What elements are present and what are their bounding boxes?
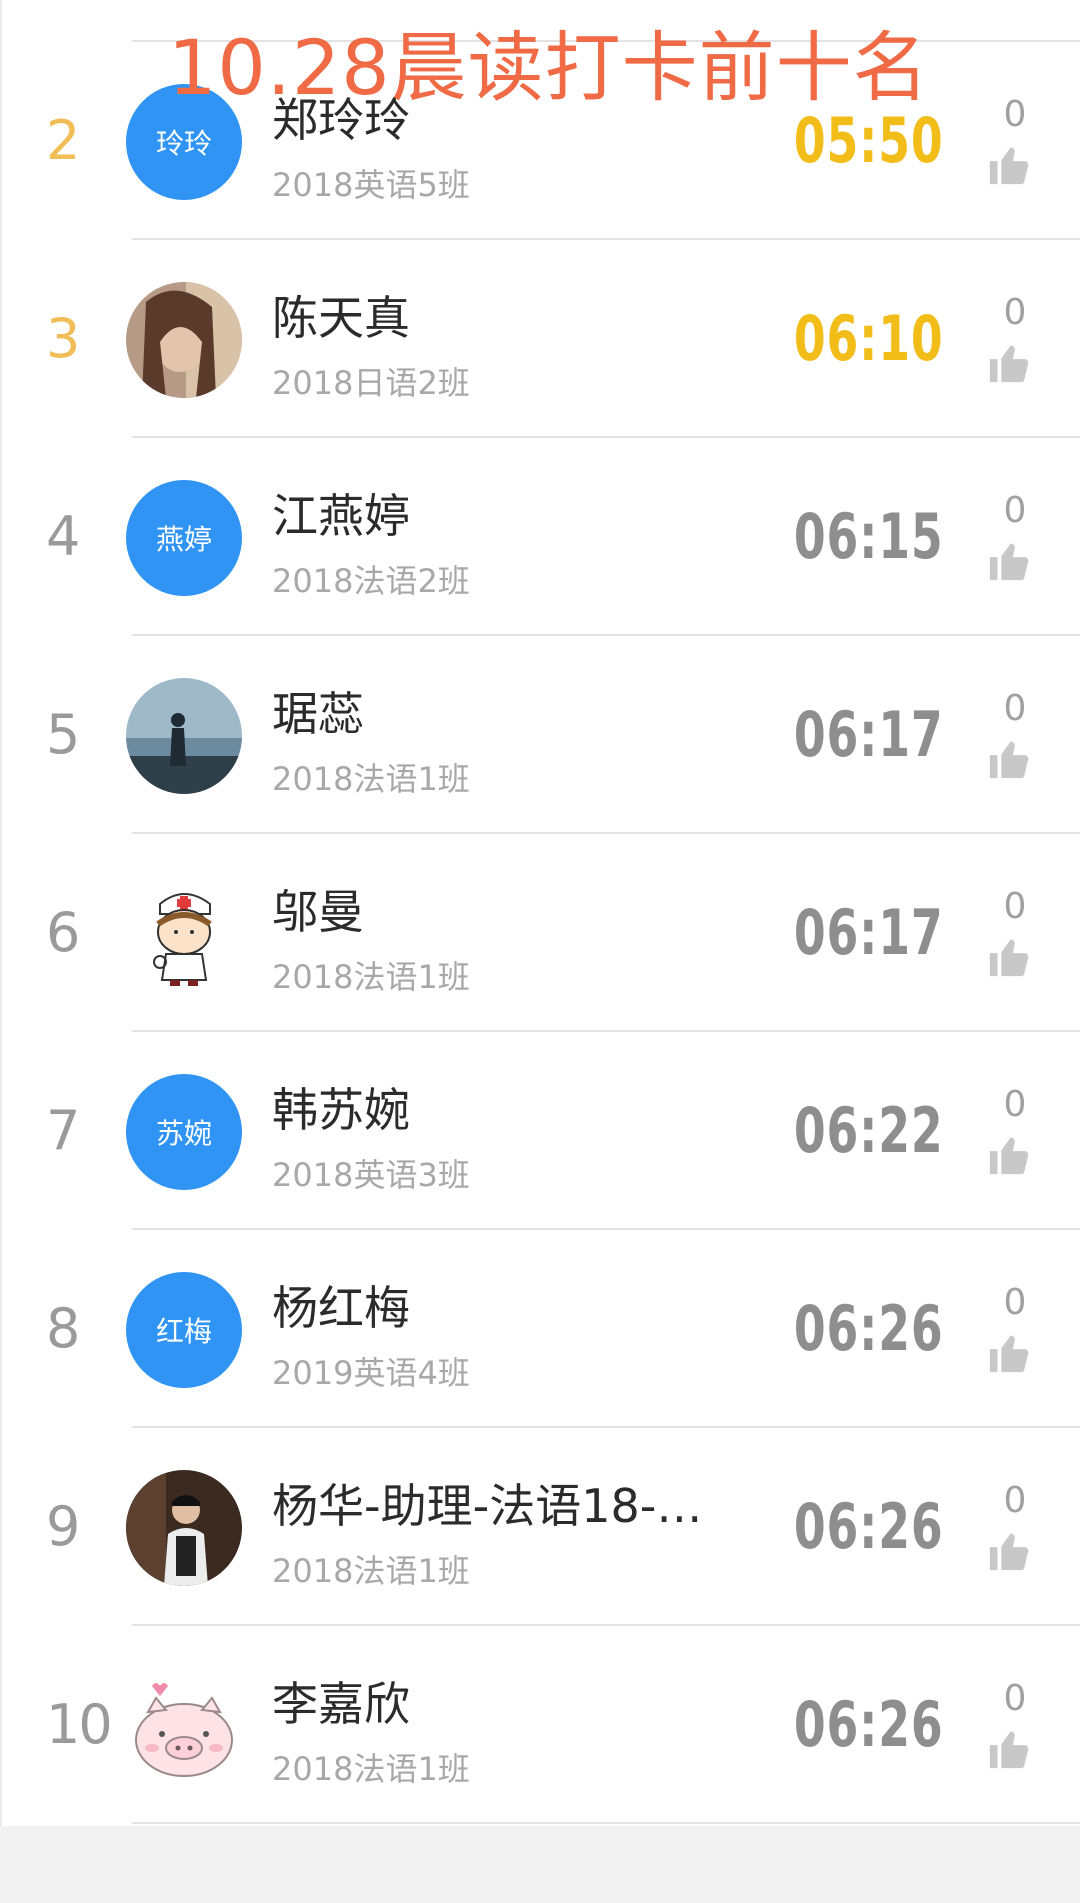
avatar[interactable] xyxy=(126,1470,242,1586)
class-label: 2018法语1班 xyxy=(272,1552,470,1590)
like-count: 0 xyxy=(1003,490,1027,531)
overlay-title: 10.28晨读打卡前十名 xyxy=(168,23,930,112)
avatar[interactable] xyxy=(126,876,242,992)
class-label: 2018法语1班 xyxy=(272,958,470,996)
like-count: 0 xyxy=(1003,886,1027,927)
user-name: 杨红梅 xyxy=(272,1281,410,1335)
rank-number: 3 xyxy=(46,307,81,370)
rank-number: 5 xyxy=(46,703,81,766)
avatar[interactable]: 燕婷 xyxy=(126,480,242,596)
avatar[interactable]: 红梅 xyxy=(126,1272,242,1388)
like-count: 0 xyxy=(1003,94,1027,135)
leaderboard-screen: 10.28晨读打卡前十名 2 玲玲 郑玲玲 2018英语5班 05:50 0 3… xyxy=(0,0,1080,1903)
leaderboard-row-9[interactable]: 9 杨华-助理-法语18-… 2018法语1班 06:26 0 xyxy=(0,1428,1080,1626)
rank-number: 8 xyxy=(46,1297,81,1360)
avatar[interactable]: 苏婉 xyxy=(126,1074,242,1190)
class-label: 2018法语1班 xyxy=(272,760,470,798)
like-count: 0 xyxy=(1003,1084,1027,1125)
class-label: 2018法语2班 xyxy=(272,562,470,600)
leaderboard-list: 2 玲玲 郑玲玲 2018英语5班 05:50 0 3 陈天真 2018日语2班… xyxy=(0,42,1080,1824)
checkin-time: 06:26 xyxy=(794,1688,944,1761)
thumbs-up-icon[interactable] xyxy=(986,340,1032,386)
avatar-photo xyxy=(126,282,242,398)
thumbs-up-icon[interactable] xyxy=(986,1132,1032,1178)
avatar[interactable] xyxy=(126,1668,242,1784)
leaderboard-row-6[interactable]: 6 邬曼 2018法语1班 06:17 0 xyxy=(0,834,1080,1032)
rank-number: 10 xyxy=(46,1693,113,1756)
leaderboard-row-7[interactable]: 7 苏婉 韩苏婉 2018英语3班 06:22 0 xyxy=(0,1032,1080,1230)
avatar-initials: 燕婷 xyxy=(155,523,212,556)
avatar-initials: 苏婉 xyxy=(155,1117,212,1150)
avatar[interactable] xyxy=(126,678,242,794)
user-name: 杨华-助理-法语18-… xyxy=(272,1479,703,1533)
like-count: 0 xyxy=(1003,1678,1027,1719)
avatar-initials: 玲玲 xyxy=(155,127,212,160)
checkin-time: 06:26 xyxy=(794,1490,944,1563)
avatar-photo xyxy=(126,1470,242,1586)
rank-number: 2 xyxy=(46,109,81,172)
avatar-initials: 红梅 xyxy=(155,1315,212,1348)
checkin-time: 06:15 xyxy=(794,500,944,573)
like-count: 0 xyxy=(1003,688,1027,729)
user-name: 邬曼 xyxy=(272,885,364,939)
leaderboard-row-4[interactable]: 4 燕婷 江燕婷 2018法语2班 06:15 0 xyxy=(0,438,1080,636)
rank-number: 6 xyxy=(46,901,81,964)
like-count: 0 xyxy=(1003,1480,1027,1521)
class-label: 2018英语5班 xyxy=(272,166,470,204)
avatar-photo xyxy=(126,678,242,794)
leaderboard-row-10[interactable]: 10 李嘉欣 2018法语1班 06:26 0 xyxy=(0,1626,1080,1824)
class-label: 2018法语1班 xyxy=(272,1750,470,1788)
leaderboard-row-3[interactable]: 3 陈天真 2018日语2班 06:10 0 xyxy=(0,240,1080,438)
avatar[interactable] xyxy=(126,282,242,398)
leaderboard-row-8[interactable]: 8 红梅 杨红梅 2019英语4班 06:26 0 xyxy=(0,1230,1080,1428)
thumbs-up-icon[interactable] xyxy=(986,736,1032,782)
thumbs-up-icon[interactable] xyxy=(986,142,1032,188)
class-label: 2019英语4班 xyxy=(272,1354,470,1392)
like-count: 0 xyxy=(1003,1282,1027,1323)
rank-number: 7 xyxy=(46,1099,81,1162)
checkin-time: 06:17 xyxy=(794,698,944,771)
checkin-time: 06:26 xyxy=(794,1292,944,1365)
checkin-time: 06:10 xyxy=(794,302,944,375)
thumbs-up-icon[interactable] xyxy=(986,934,1032,980)
user-name: 韩苏婉 xyxy=(272,1083,410,1137)
rank-number: 9 xyxy=(46,1495,81,1558)
thumbs-up-icon[interactable] xyxy=(986,1726,1032,1772)
like-count: 0 xyxy=(1003,292,1027,333)
user-name: 陈天真 xyxy=(272,291,410,345)
class-label: 2018英语3班 xyxy=(272,1156,470,1194)
user-name: 江燕婷 xyxy=(272,489,410,543)
rank-number: 4 xyxy=(46,505,81,568)
class-label: 2018日语2班 xyxy=(272,364,470,402)
bottom-bar xyxy=(0,1826,1080,1903)
leaderboard-row-5[interactable]: 5 琚蕊 2018法语1班 06:17 0 xyxy=(0,636,1080,834)
thumbs-up-icon[interactable] xyxy=(986,1528,1032,1574)
checkin-time: 06:17 xyxy=(794,896,944,969)
checkin-time: 06:22 xyxy=(794,1094,944,1167)
thumbs-up-icon[interactable] xyxy=(986,1330,1032,1376)
thumbs-up-icon[interactable] xyxy=(986,538,1032,584)
avatar-cartoon xyxy=(126,876,242,992)
user-name: 琚蕊 xyxy=(272,687,364,741)
avatar-cartoon xyxy=(126,1668,242,1784)
user-name: 李嘉欣 xyxy=(272,1677,410,1731)
